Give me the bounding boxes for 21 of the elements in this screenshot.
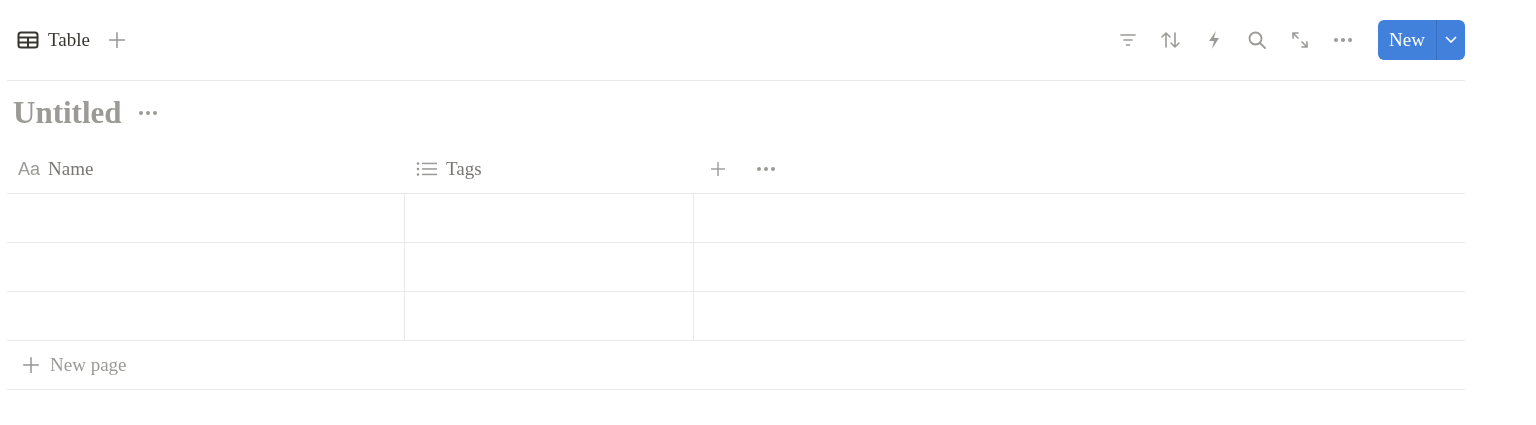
add-view-icon[interactable] [107,31,126,49]
text-type-icon: Aa [18,158,41,180]
plus-icon[interactable] [22,356,40,374]
more-icon[interactable] [756,166,776,172]
view-tab[interactable]: Table [17,29,90,51]
more-icon[interactable] [137,110,158,116]
table-icon [17,31,39,49]
new-page-row[interactable]: New page [7,341,1465,390]
add-column-icon[interactable] [710,161,726,177]
sort-icon[interactable] [1159,31,1182,49]
expand-icon[interactable] [1290,31,1309,49]
filter-icon[interactable] [1118,31,1137,49]
column-header[interactable]: Tags [405,145,694,193]
more-icon[interactable] [1332,37,1353,43]
caret-icon[interactable] [1445,36,1457,44]
lightning-icon[interactable] [1206,30,1221,50]
database-title[interactable]: Untitled [13,95,122,131]
new-page-label: New page [50,354,127,376]
column-header[interactable]: Aa Name [7,145,405,193]
search-icon[interactable] [1246,30,1267,50]
list-icon [416,161,438,177]
